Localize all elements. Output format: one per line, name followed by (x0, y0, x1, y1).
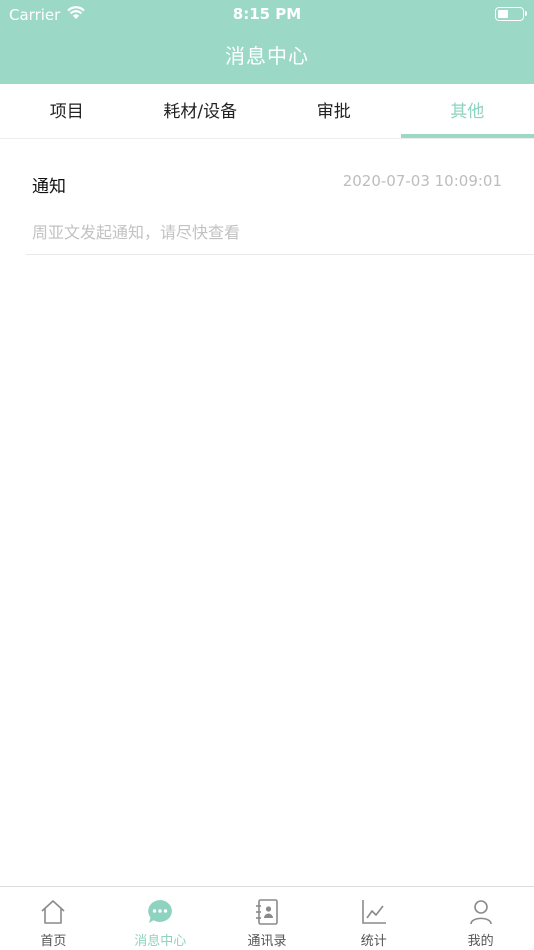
tab-other[interactable]: 其他 (400, 84, 534, 138)
tabbar-label: 首页 (40, 934, 67, 949)
tab-project[interactable]: 项目 (0, 84, 134, 138)
tab-label: 耗材/设备 (163, 102, 238, 122)
tabbar-item-statistics[interactable]: 统计 (320, 887, 427, 950)
tabbar-item-profile[interactable]: 我的 (427, 887, 534, 950)
contacts-book-icon (252, 897, 282, 927)
line-chart-icon (359, 897, 389, 927)
home-icon (38, 897, 68, 927)
tabbar-item-home[interactable]: 首页 (0, 887, 107, 950)
tabbar-label: 统计 (360, 934, 387, 949)
chat-bubble-icon (145, 897, 175, 927)
list-item[interactable]: 通知 2020-07-03 10:09:01 周亚文发起通知，请尽快查看 (26, 140, 534, 255)
status-time: 8:15 PM (232, 5, 302, 23)
bottom-tab-bar: 首页 消息中心 通讯录 统计 我的 (0, 886, 534, 950)
tab-label: 项目 (49, 102, 84, 122)
tab-consumables-equipment[interactable]: 耗材/设备 (134, 84, 268, 138)
tabbar-label: 消息中心 (134, 934, 187, 949)
user-icon (466, 897, 496, 927)
message-body: 周亚文发起通知，请尽快查看 (32, 223, 241, 242)
status-bar: Carrier 8:15 PM (0, 0, 534, 28)
tabbar-item-contacts[interactable]: 通讯录 (214, 887, 321, 950)
category-tabs: 项目 耗材/设备 审批 其他 (0, 84, 534, 139)
message-title: 通知 (32, 177, 66, 197)
message-timestamp: 2020-07-03 10:09:01 (342, 172, 502, 190)
tabbar-label: 我的 (467, 934, 494, 949)
tabbar-item-messages[interactable]: 消息中心 (107, 887, 214, 950)
header: Carrier 8:15 PM 消息中心 (0, 0, 534, 84)
screen: Carrier 8:15 PM 消息中心 项目 耗材/设备 审批 其他 通知 2… (0, 0, 534, 950)
page-title: 消息中心 (225, 44, 309, 68)
tabbar-label: 通讯录 (247, 934, 287, 949)
battery-icon (495, 7, 527, 21)
battery-fill (498, 10, 508, 18)
tab-label: 其他 (450, 102, 485, 122)
tab-label: 审批 (316, 102, 351, 122)
tab-approval[interactable]: 审批 (267, 84, 401, 138)
